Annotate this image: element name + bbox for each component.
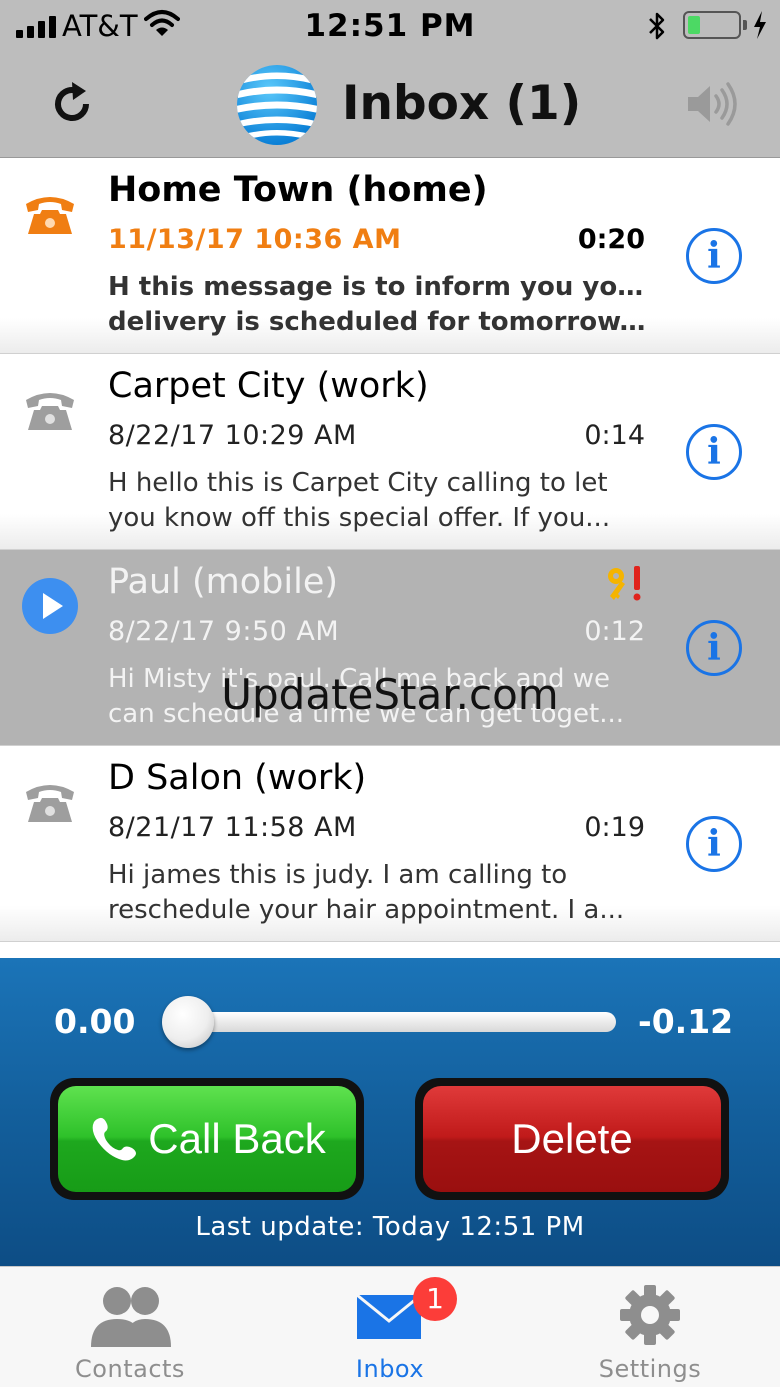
urgent-key-icon <box>604 564 644 604</box>
transcript-preview: H hello this is Carpet City calling to l… <box>108 466 648 536</box>
message-date: 8/22/17 10:29 AM <box>108 420 357 451</box>
list-item[interactable]: Carpet City (work) 8/22/17 10:29 AM 0:14… <box>0 354 780 550</box>
call-back-button[interactable]: Call Back <box>58 1086 356 1192</box>
contacts-icon <box>85 1281 175 1351</box>
delete-button[interactable]: Delete <box>423 1086 721 1192</box>
tab-settings[interactable]: Settings <box>520 1267 780 1387</box>
tab-label: Inbox <box>355 1355 425 1383</box>
watermark: UpdateStar.com <box>221 670 559 719</box>
message-duration: 0:12 <box>584 616 645 647</box>
message-date: 11/13/17 10:36 AM <box>108 224 402 255</box>
caller-name: Paul (mobile) <box>108 562 339 602</box>
phone-handset-icon <box>92 1117 137 1161</box>
transcript-line: you know off this special offer. If you.… <box>108 503 611 533</box>
transcript-line: Hi james this is judy. I am calling to <box>108 860 568 890</box>
voicemail-list: Home Town (home) 11/13/17 10:36 AM 0:20 … <box>0 158 780 958</box>
playback-slider-thumb[interactable] <box>162 996 214 1048</box>
info-icon[interactable]: i <box>686 816 742 872</box>
list-item[interactable]: Home Town (home) 11/13/17 10:36 AM 0:20 … <box>0 158 780 354</box>
charging-icon <box>752 10 768 44</box>
caller-name: D Salon (work) <box>108 758 367 798</box>
elapsed-time: 0.00 <box>54 1002 136 1041</box>
transcript-line: H hello this is Carpet City calling to l… <box>108 468 608 498</box>
delete-frame: Delete <box>415 1078 729 1200</box>
last-update-text: Last update: Today 12:51 PM <box>195 1212 585 1242</box>
message-date: 8/21/17 11:58 AM <box>108 812 357 843</box>
tab-label: Settings <box>598 1355 702 1383</box>
transcript-preview: Hi james this is judy. I am calling to r… <box>108 858 648 928</box>
page-title: Inbox (1) <box>342 76 582 131</box>
caller-name: Carpet City (work) <box>108 366 429 406</box>
message-duration: 0:14 <box>584 420 645 451</box>
message-date: 8/22/17 9:50 AM <box>108 616 340 647</box>
message-duration: 0:19 <box>584 812 645 843</box>
tab-inbox[interactable]: Inbox <box>260 1267 520 1387</box>
transcript-line: delivery is scheduled for tomorrow... <box>108 307 648 337</box>
info-icon[interactable]: i <box>686 620 742 676</box>
gear-icon <box>605 1281 695 1351</box>
playback-panel: 0.00 -0.12 Call Back Delete Last update:… <box>0 958 780 1266</box>
battery-icon <box>683 11 741 39</box>
transcript-line: reschedule your hair appointment. I a... <box>108 895 625 925</box>
transcript-preview: H this message is to inform you your del… <box>108 270 648 340</box>
phone-orange-icon <box>22 188 78 238</box>
play-icon[interactable] <box>22 578 78 634</box>
remaining-time: -0.12 <box>638 1002 734 1041</box>
phone-gray-icon <box>22 384 78 434</box>
call-back-label: Call Back <box>148 1115 326 1162</box>
refresh-icon[interactable] <box>46 78 98 130</box>
tab-label: Contacts <box>75 1355 185 1383</box>
list-item[interactable]: D Salon (work) 8/21/17 11:58 AM 0:19 Hi … <box>0 746 780 942</box>
unread-badge: 1 <box>413 1277 457 1321</box>
playback-slider-track[interactable] <box>188 1012 616 1032</box>
caller-name: Home Town (home) <box>108 170 488 210</box>
bluetooth-icon <box>646 10 668 46</box>
status-bar: AT&T 12:51 PM <box>0 0 780 56</box>
delete-label: Delete <box>511 1115 633 1162</box>
speaker-icon[interactable] <box>684 80 740 128</box>
list-item-partial <box>0 948 780 958</box>
info-icon[interactable]: i <box>686 424 742 480</box>
att-globe-logo <box>236 64 318 146</box>
tab-contacts[interactable]: Contacts <box>0 1267 260 1387</box>
message-duration: 0:20 <box>577 224 645 255</box>
transcript-line: H this message is to inform you your <box>108 272 648 302</box>
call-back-frame: Call Back <box>50 1078 364 1200</box>
nav-header: Inbox (1) <box>0 56 780 158</box>
battery-tip <box>743 20 747 30</box>
phone-gray-icon <box>22 776 78 826</box>
info-icon[interactable]: i <box>686 228 742 284</box>
tab-bar: Contacts Inbox 1 Settings <box>0 1266 780 1387</box>
